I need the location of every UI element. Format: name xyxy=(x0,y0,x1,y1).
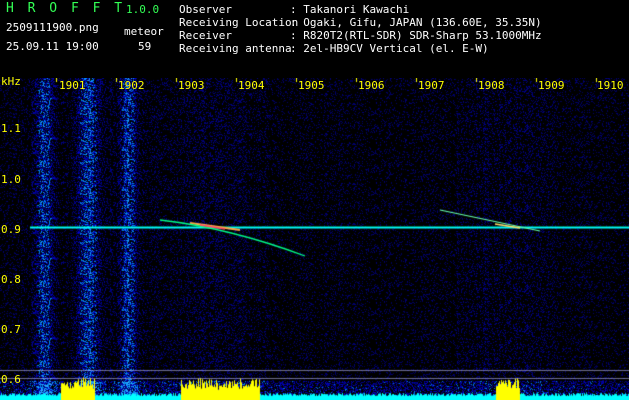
app-version: 1.0.0 xyxy=(126,3,160,16)
date-time: 25.09.11 19:00 xyxy=(6,40,99,53)
x-tick-1903: 1903 xyxy=(178,79,205,92)
header-panel: H R O F F T 1.0.0 2509111900.png meteor … xyxy=(0,0,629,78)
spectrogram-canvas xyxy=(0,78,629,400)
x-tick-1904: 1904 xyxy=(238,79,265,92)
unit-label: kHz xyxy=(1,75,21,88)
y-tick-1-0: 1.0 xyxy=(1,173,21,186)
y-tick-0-6: 0.6 xyxy=(1,373,21,386)
x-tick-1906: 1906 xyxy=(358,79,385,92)
y-tick-1-1: 1.1 xyxy=(1,122,21,135)
receiver-value: : R820T2(RTL-SDR) SDR-Sharp 53.1000MHz xyxy=(290,29,542,42)
x-tick-1905: 1905 xyxy=(298,79,325,92)
observer-value: : Takanori Kawachi xyxy=(290,3,410,16)
app-name: H R O F F T xyxy=(6,1,126,16)
x-tick-1908: 1908 xyxy=(478,79,505,92)
y-tick-0-9: 0.9 xyxy=(1,223,21,236)
meteor-label: meteor xyxy=(124,25,164,38)
meteor-count: 59 xyxy=(138,40,152,53)
x-tick-1909: 1909 xyxy=(538,79,565,92)
observer-label: Observer xyxy=(179,3,232,16)
receiver-label: Receiver xyxy=(179,29,232,42)
location-value: : Ogaki, Gifu, JAPAN (136.60E, 35.35N) xyxy=(290,16,542,29)
x-tick-1901: 1901 xyxy=(59,79,86,92)
y-tick-0-7: 0.7 xyxy=(1,323,21,336)
x-tick-1910: 1910 xyxy=(597,79,624,92)
location-label: Receiving Location xyxy=(179,16,299,29)
y-tick-0-8: 0.8 xyxy=(1,273,21,286)
antenna-label: Receiving antenna xyxy=(179,42,292,55)
file-name: 2509111900.png xyxy=(6,21,99,34)
x-tick-1907: 1907 xyxy=(418,79,445,92)
x-tick-1902: 1902 xyxy=(118,79,145,92)
antenna-value: : 2el-HB9CV Vertical (el. E-W) xyxy=(290,42,489,55)
